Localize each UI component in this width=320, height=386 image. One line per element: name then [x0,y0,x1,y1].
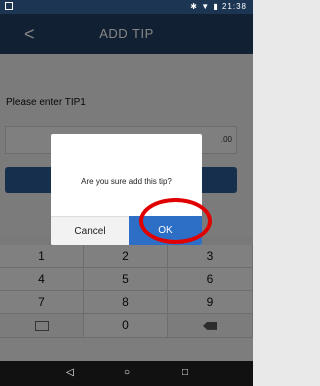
clock: 21:38 [221,2,247,11]
cancel-button[interactable]: Cancel [51,216,129,245]
nav-recents-icon[interactable]: □ [182,367,188,378]
status-right: ✱ ▼ ▮ 21:38 [190,2,247,11]
notification-icon [5,2,13,10]
status-icons: ✱ ▼ ▮ [190,2,219,11]
nav-back-icon[interactable]: ◁ [66,367,74,378]
dialog-message: Are you sure add this tip? [81,177,172,186]
ok-highlight-circle [139,198,212,244]
status-bar: ✱ ▼ ▮ 21:38 [0,0,253,14]
nav-home-icon[interactable]: ○ [124,367,130,378]
system-nav-bar: ◁ ○ □ [0,361,253,386]
